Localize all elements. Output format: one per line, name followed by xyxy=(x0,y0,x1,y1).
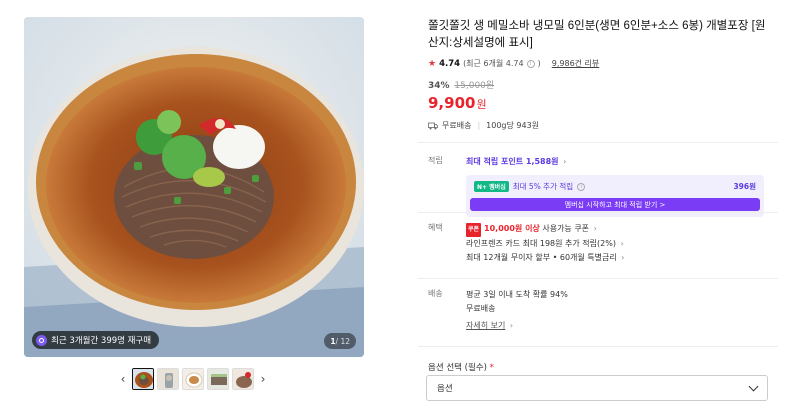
benefits-row: 혜택 쿠폰 10,000원 이상 사용가능 쿠폰 › 라인프렌즈 카드 최대 19… xyxy=(428,222,774,265)
chevron-right-icon: › xyxy=(563,157,567,166)
chevron-right-icon: › xyxy=(621,253,625,262)
delivery-row: 배송 평균 3일 이내 도착 확률 94% 무료배송 자세히 보기 › xyxy=(428,288,774,333)
thumbnail-2[interactable] xyxy=(157,368,179,390)
divider xyxy=(418,142,778,143)
chevron-right-icon[interactable]: › xyxy=(257,368,269,390)
rating-recent-close: ) xyxy=(537,59,541,68)
thumbnail-strip: ‹ › xyxy=(117,368,269,390)
required-mark: * xyxy=(489,363,494,373)
membership-amount: 396원 xyxy=(733,182,756,191)
shipping-row: 무료배송 | 100g당 943원 xyxy=(428,120,774,131)
rating-recent: (최근 6개월 4.74 xyxy=(463,59,524,68)
card-benefit-link[interactable]: 라인프렌즈 카드 최대 198원 추가 적립(2%) › xyxy=(466,237,774,251)
product-title: 쫄깃쫄깃 생 메밀소바 냉모밀 6인분(생면 6인분+소스 6봉) 개별포장 [… xyxy=(428,20,766,49)
option-label: 옵션 선택 (필수) * xyxy=(428,361,494,373)
image-page-total: / 12 xyxy=(335,336,350,346)
naver-plus-badge: N+ 멤버십 xyxy=(474,181,509,192)
discount-row: 34% 15,000원 xyxy=(428,78,774,91)
max-points-text: 최대 적립 포인트 1,588원 xyxy=(466,157,559,166)
thumbnail-4[interactable] xyxy=(207,368,229,390)
sale-price-value: 9,900 xyxy=(428,94,476,112)
product-main-image[interactable]: 최근 3개월간 399명 재구매 1 / 12 xyxy=(24,17,364,357)
coupon-amount: 10,000원 이상 xyxy=(484,224,540,233)
image-page-indicator: 1 / 12 xyxy=(324,333,356,349)
product-info: 쫄깃쫄깃 생 메밀소바 냉모밀 6인분(생면 6인분+소스 6봉) 개별포장 [… xyxy=(428,18,774,131)
unit-price: 100g당 943원 xyxy=(486,121,540,130)
coupon-badge: 쿠폰 xyxy=(466,223,482,237)
coupon-text: 사용가능 쿠폰 xyxy=(542,224,590,233)
divider xyxy=(418,212,778,213)
membership-start-button[interactable]: 멤버십 시작하고 최대 적립 받기 > xyxy=(470,198,760,211)
chevron-left-icon[interactable]: ‹ xyxy=(117,368,129,390)
divider xyxy=(418,346,778,347)
coupon-link[interactable]: 쿠폰 10,000원 이상 사용가능 쿠폰 › xyxy=(466,222,774,237)
option-select[interactable]: 옵션 xyxy=(426,375,768,401)
benefits-label: 혜택 xyxy=(428,223,443,232)
thumbnail-5[interactable] xyxy=(232,368,254,390)
card-benefit-text: 라인프렌즈 카드 최대 198원 추가 적립(2%) xyxy=(466,239,616,248)
max-points-link[interactable]: 최대 적립 포인트 1,588원 › xyxy=(466,155,774,169)
delivery-detail-link[interactable]: 자세히 보기 › xyxy=(466,319,774,333)
membership-line: 최대 5% 추가 적립 xyxy=(512,182,574,191)
rebuy-text: 최근 3개월간 399명 재구매 xyxy=(51,336,152,346)
chevron-right-icon: › xyxy=(509,321,514,330)
points-label: 적립 xyxy=(428,156,443,165)
delivery-fee: 무료배송 xyxy=(466,304,496,313)
delivery-detail-text: 자세히 보기 xyxy=(466,321,506,330)
membership-box: N+ 멤버십 최대 5% 추가 적립 i 396원 멤버십 시작하고 최대 적립… xyxy=(466,175,764,217)
rebuy-badge: 최근 3개월간 399명 재구매 xyxy=(32,331,160,349)
points-row: 적립 최대 적립 포인트 1,588원 › N+ 멤버십 최대 5% 추가 적립… xyxy=(428,155,774,217)
option-selected-value: 옵션 xyxy=(437,384,453,394)
installment-link[interactable]: 최대 12개월 무이자 할부 • 60개월 특별금리 › xyxy=(466,251,774,265)
discount-percent: 34% xyxy=(428,81,450,91)
review-count-link[interactable]: 9,986건 리뷰 xyxy=(552,58,600,69)
divider xyxy=(418,278,778,279)
rating-score: 4.74 xyxy=(439,58,461,69)
original-price: 15,000원 xyxy=(454,81,495,91)
chevron-right-icon: › xyxy=(620,239,624,248)
option-label-text: 옵션 선택 (필수) xyxy=(428,363,487,373)
thumbnail-3[interactable] xyxy=(182,368,204,390)
sale-price: 9,900원 xyxy=(428,94,774,112)
rating-row: ★ 4.74 (최근 6개월 4.74 i) 9,986건 리뷰 xyxy=(428,58,774,69)
thumbnail-1[interactable] xyxy=(132,368,154,390)
chevron-right-icon: › xyxy=(593,224,597,233)
sale-price-unit: 원 xyxy=(476,98,487,111)
repeat-icon xyxy=(36,334,47,346)
shipping-fee: 무료배송 xyxy=(442,121,472,130)
info-icon[interactable]: i xyxy=(526,59,535,68)
delivery-label: 배송 xyxy=(428,289,443,298)
arrival-estimate: 평균 3일 이내 도착 확률 94% xyxy=(466,290,568,299)
star-icon: ★ xyxy=(428,58,437,69)
truck-icon xyxy=(428,122,438,129)
divider: | xyxy=(477,121,481,130)
info-icon[interactable]: i xyxy=(577,182,586,191)
chevron-down-icon xyxy=(748,381,759,391)
installment-text: 최대 12개월 무이자 할부 • 60개월 특별금리 xyxy=(466,253,617,262)
